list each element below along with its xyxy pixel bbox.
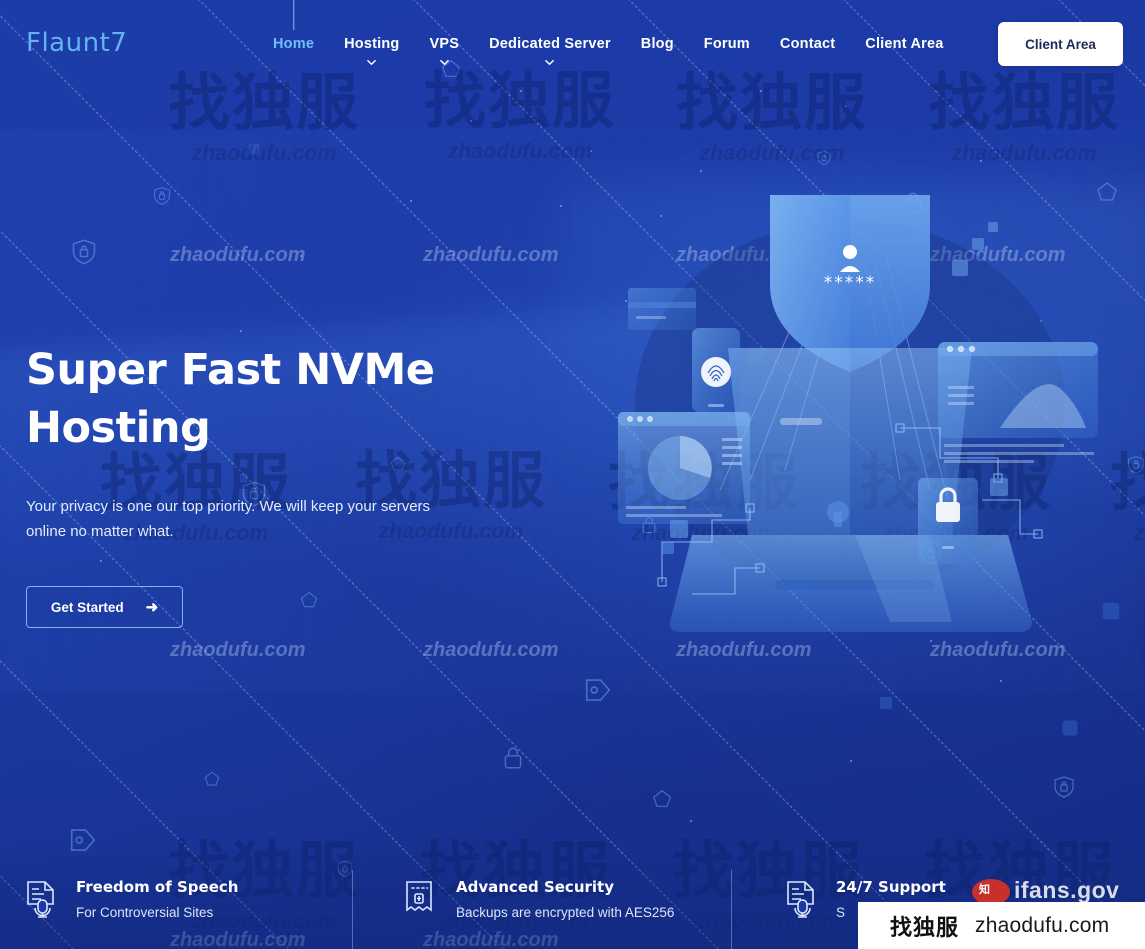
decorative-security-icon (1100, 600, 1122, 622)
background-dot (590, 150, 592, 152)
chevron-down-icon[interactable] (439, 58, 449, 67)
feature-title: Advanced Security (456, 878, 614, 896)
background-dot (690, 820, 692, 822)
get-started-label: Get Started (50, 599, 124, 615)
nav-item-label: Dedicated Server (489, 36, 611, 52)
watermark-en: zhaodufu.com (1133, 521, 1145, 545)
nav-item-blog[interactable]: Blog (626, 0, 689, 52)
watermark-cn: 找独服 (1110, 446, 1145, 519)
hero-title-line2: Hosting (26, 402, 211, 453)
feature-desc: For Controversial Sites (76, 905, 214, 920)
nav-item-vps[interactable]: VPS (414, 0, 474, 67)
get-started-button[interactable]: Get Started ➜ (26, 586, 183, 629)
red-logo-text: ifans.gov (1014, 877, 1120, 903)
brand-logo[interactable]: Flaunt7 (26, 28, 127, 58)
nav-item-dedicated-server[interactable]: Dedicated Server (474, 0, 626, 67)
decorative-security-icon (203, 770, 221, 788)
watermark: 找独服zhaodufu.com (1110, 452, 1145, 544)
background-dot (520, 90, 522, 92)
background-dot (470, 120, 472, 122)
main-navigation: Home Hosting VPS Dedicated Server Blog Forum C… (258, 0, 959, 88)
nav-item-label: Forum (703, 36, 750, 52)
background-dot (300, 255, 302, 257)
decorative-security-icon (500, 745, 526, 771)
shield-password-mask: ***** (824, 273, 877, 293)
nav-item-label: Client Area (865, 36, 944, 52)
client-area-button[interactable]: Client Area (998, 22, 1123, 66)
watermark-en: zhaodufu.com (447, 139, 593, 163)
site-header: Flaunt7 Home Hosting VPS Dedicated Server Bl… (0, 0, 1145, 88)
watermark-overlay-cn: 找独服 (890, 915, 960, 941)
feature-desc: Backups are encrypted with AES256 (456, 905, 675, 920)
decorative-security-icon (247, 142, 261, 156)
nav-item-home[interactable]: Home (258, 0, 329, 52)
watermark-text: zhaodufu.com (170, 245, 306, 265)
hero-title-line1: Super Fast NVMe (26, 345, 435, 395)
background-dot (760, 90, 762, 92)
feature-item-freedom: Freedom of Speech For Controversial Site… (24, 878, 238, 920)
watermark-en: zhaodufu.com (170, 244, 306, 266)
nav-item-label: VPS (429, 36, 460, 52)
hero-title: Super Fast NVMe Hosting (26, 342, 496, 457)
background-dot (1000, 680, 1002, 682)
watermark-en: zhaodufu.com (191, 141, 337, 165)
document-microphone-icon (24, 879, 60, 919)
decorative-security-icon (878, 695, 894, 711)
decorative-security-icon (1052, 775, 1076, 799)
hero-subtitle: Your privacy is one our top priority. We… (26, 498, 431, 540)
nav-item-hosting[interactable]: Hosting (329, 0, 414, 67)
watermark-overlay-en: zhaodufu.com (975, 913, 1110, 937)
background-dot (410, 200, 412, 202)
decorative-security-icon (816, 150, 832, 166)
background-dot (240, 330, 242, 332)
decorative-security-icon (68, 825, 98, 855)
decorative-security-icon (1060, 718, 1080, 738)
chevron-down-icon[interactable] (367, 58, 377, 67)
background-dot (980, 160, 982, 162)
watermark-text: zhaodufu.com (423, 640, 559, 660)
nav-item-label: Blog (640, 36, 674, 52)
feature-divider-2 (731, 870, 733, 949)
watermark-en: zhaodufu.com (699, 141, 845, 165)
feature-item-security: Advanced Security Backups are encrypted … (404, 878, 674, 920)
watermark-en: zhaodufu.com (951, 141, 1097, 165)
background-dot (850, 760, 852, 762)
decorative-security-icon (70, 238, 98, 266)
nav-item-label: Home (273, 36, 315, 52)
nav-item-label: Hosting (344, 36, 400, 52)
watermark-en: zhaodufu.com (423, 639, 559, 661)
nav-item-label: Contact (779, 36, 836, 52)
chevron-down-icon[interactable] (545, 58, 555, 67)
decorative-security-icon (1126, 455, 1145, 475)
hero-illustration: ***** (600, 190, 1100, 660)
watermark-text: zhaodufu.com (423, 245, 559, 265)
feature-title: 24/7 Support (836, 878, 946, 896)
watermark-en: zhaodufu.com (423, 244, 559, 266)
nav-active-indicator (292, 0, 295, 30)
watermark-en: zhaodufu.com (170, 639, 306, 661)
page-root: ***** Flaunt7 Home Hosting VPS Dedicated… (0, 0, 1145, 949)
decorative-security-icon (583, 675, 613, 705)
arrow-right-icon: ➜ (145, 598, 159, 616)
background-dot (700, 170, 702, 172)
encrypted-receipt-icon (404, 879, 440, 919)
feature-divider-1 (352, 870, 354, 949)
watermark-text: zhaodufu.com (170, 640, 306, 660)
nav-item-contact[interactable]: Contact (765, 0, 850, 52)
background-dot (845, 105, 847, 107)
decorative-security-icon (152, 186, 172, 206)
background-dot (560, 205, 562, 207)
watermark-overlay-box: 找独服 zhaodufu.com (858, 902, 1145, 949)
red-logo-char: 知 (979, 883, 990, 896)
nav-item-forum[interactable]: Forum (689, 0, 765, 52)
document-microphone-icon (784, 879, 820, 919)
decorative-security-icon (651, 788, 673, 810)
feature-title: Freedom of Speech (76, 878, 239, 896)
nav-item-client-area[interactable]: Client Area (850, 0, 958, 52)
hero-text-block: Super Fast NVMe Hosting Your privacy is … (26, 342, 496, 629)
